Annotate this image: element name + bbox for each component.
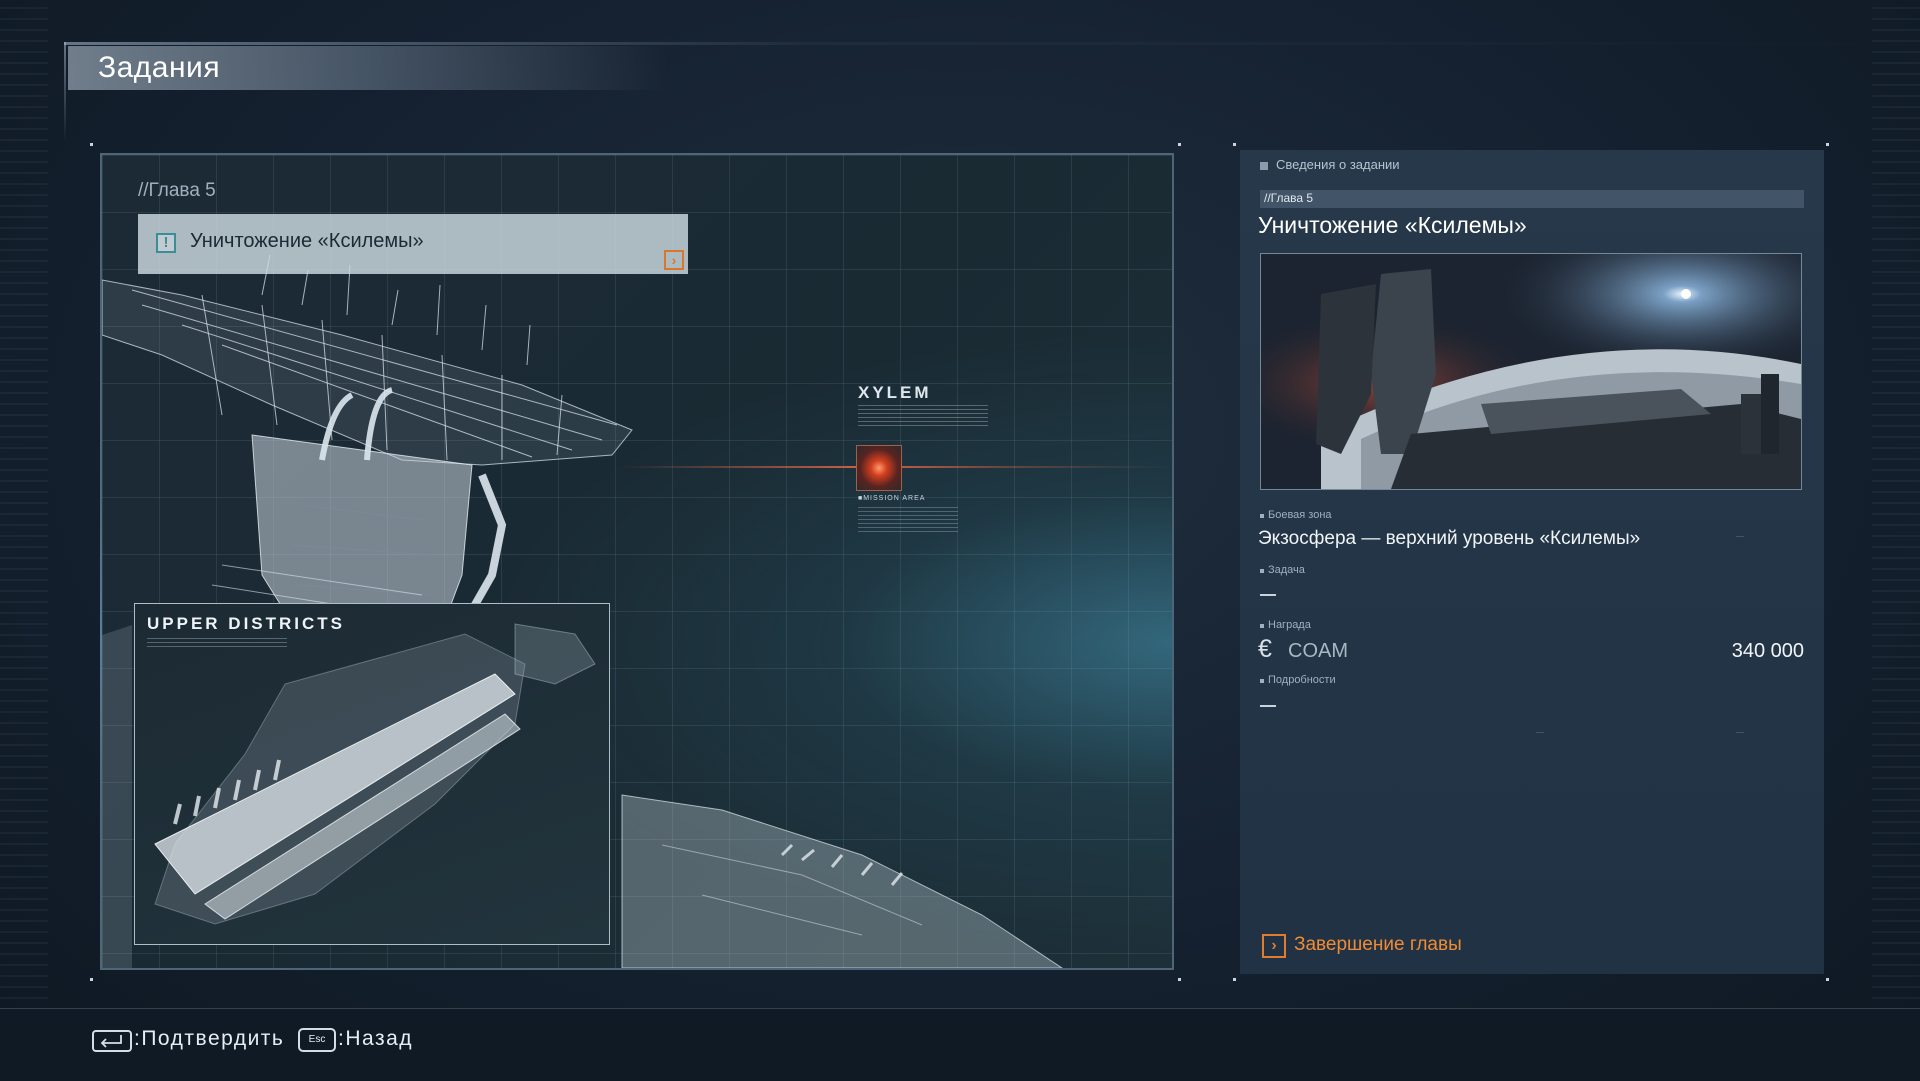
header-frame-line xyxy=(64,42,1920,45)
right-edge-decoration xyxy=(1872,0,1920,1010)
location-fine-text xyxy=(858,405,988,427)
location-label-xylem: XYLEM xyxy=(858,383,932,402)
corner-dot xyxy=(90,978,93,981)
confirm-hint[interactable]: :Подтвердить xyxy=(134,1027,284,1051)
corner-dot xyxy=(1178,143,1181,146)
field-bullet-icon xyxy=(1260,679,1264,683)
inset-title: UPPER DISTRICTS xyxy=(147,614,346,633)
mission-preview-image xyxy=(1260,253,1802,490)
details-chapter: //Глава 5 xyxy=(1264,191,1314,205)
corner-dot xyxy=(1178,978,1181,981)
chapter-bar xyxy=(1260,190,1804,208)
section-bullet-icon xyxy=(1260,162,1268,170)
corner-dot xyxy=(1233,978,1236,981)
back-hint[interactable]: :Назад xyxy=(338,1027,413,1051)
page-title: Задания xyxy=(98,51,221,84)
task-value xyxy=(1260,594,1276,596)
esc-key-icon: Esc xyxy=(298,1028,336,1052)
reward-currency: COAM xyxy=(1288,640,1348,662)
chevron-right-icon: › xyxy=(664,250,684,270)
exclamation-icon: ! xyxy=(156,233,176,253)
mission-location-marker[interactable] xyxy=(856,445,902,491)
reward-amount: 340 000 xyxy=(1731,640,1804,662)
details-label: Подробности xyxy=(1268,674,1336,686)
currency-icon: € xyxy=(1258,635,1272,663)
mission-list-item[interactable]: ! Уничтожение «Ксилемы» › xyxy=(138,214,688,274)
preview-scene xyxy=(1261,254,1801,489)
field-bullet-icon xyxy=(1260,569,1264,573)
left-edge-decoration xyxy=(0,0,48,1010)
decor-mark xyxy=(1736,732,1744,733)
corner-dot xyxy=(1826,978,1829,981)
corner-dot xyxy=(1826,143,1829,146)
mission-map[interactable]: //Глава 5 ! Уничтожение «Ксилемы» › XYLE… xyxy=(100,153,1174,970)
footer-bar xyxy=(0,1008,1920,1081)
decor-mark xyxy=(1736,536,1744,537)
corner-dot xyxy=(90,143,93,146)
task-label: Задача xyxy=(1268,564,1305,576)
field-bullet-icon xyxy=(1260,624,1264,628)
mission-area-label: ■MISSION AREA xyxy=(858,495,926,502)
corner-dot xyxy=(1233,143,1236,146)
mission-area-fine-text xyxy=(858,507,958,535)
field-bullet-icon xyxy=(1260,514,1264,518)
inset-fine-text xyxy=(147,638,287,650)
area-inset-panel: UPPER DISTRICTS xyxy=(134,603,610,945)
mission-details-panel: Сведения о задании //Глава 5 Уничтожение… xyxy=(1240,150,1824,974)
chevron-right-icon: › xyxy=(1262,934,1286,958)
details-value xyxy=(1260,705,1276,707)
enter-key-icon xyxy=(92,1030,132,1052)
details-mission-title: Уничтожение «Ксилемы» xyxy=(1258,212,1527,238)
reward-label: Награда xyxy=(1268,619,1311,631)
mission-item-label: Уничтожение «Ксилемы» xyxy=(190,230,424,252)
zone-label: Боевая зона xyxy=(1268,509,1332,521)
chapter-label: //Глава 5 xyxy=(138,180,216,201)
decor-mark xyxy=(1536,732,1544,733)
upper-districts-illustration xyxy=(154,623,596,925)
chapter-end-link[interactable]: Завершение главы xyxy=(1294,934,1462,956)
details-section-header: Сведения о задании xyxy=(1276,157,1400,172)
zone-value: Экзосфера — верхний уровень «Ксилемы» xyxy=(1258,528,1641,549)
header-frame-vertical xyxy=(64,42,66,142)
